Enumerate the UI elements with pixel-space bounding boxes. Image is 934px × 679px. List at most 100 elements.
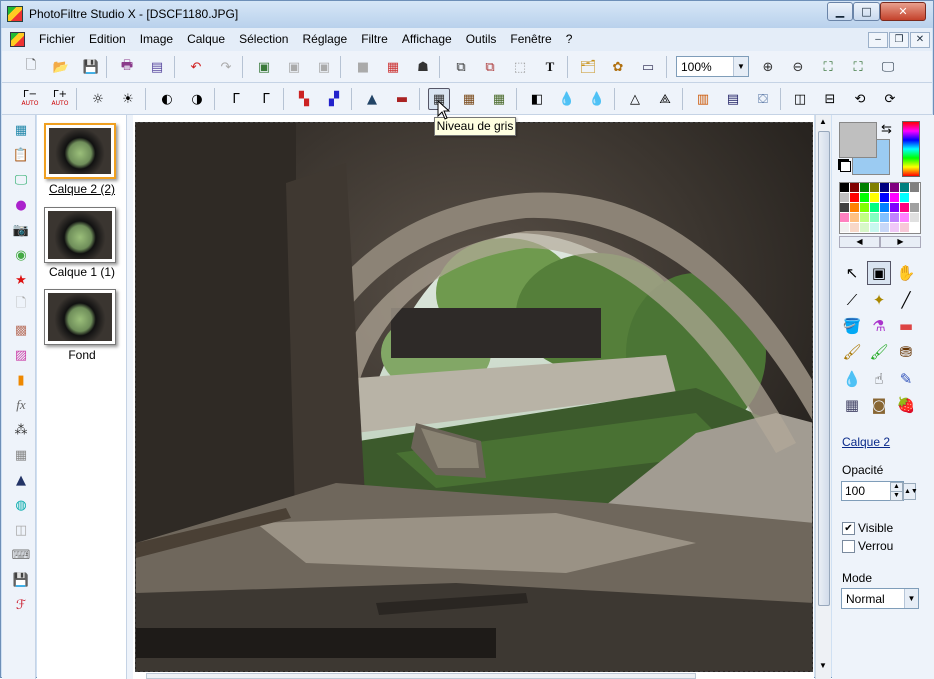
spray-tool-icon[interactable]: ⚗ bbox=[867, 314, 891, 338]
palette-swatch[interactable] bbox=[910, 223, 920, 233]
palette-swatch[interactable] bbox=[910, 183, 920, 193]
paste-new-icon[interactable]: ▣ bbox=[313, 56, 335, 78]
minimize-button[interactable]: ▁ bbox=[827, 2, 853, 21]
palette-swatch[interactable] bbox=[910, 193, 920, 203]
sharpen-more-icon[interactable]: ⟁ bbox=[654, 88, 676, 110]
crop-selection-icon[interactable]: ⬚ bbox=[509, 56, 531, 78]
smudge-tool-icon[interactable]: ☝ bbox=[867, 367, 891, 391]
palette-swatch[interactable] bbox=[850, 193, 860, 203]
fit-image-icon[interactable]: ⛶ bbox=[847, 56, 869, 78]
keyboard-icon[interactable]: ⌨ bbox=[12, 546, 31, 564]
palette-swatch[interactable] bbox=[890, 193, 900, 203]
maximize-button[interactable]: □ bbox=[853, 2, 880, 21]
saturation-minus-icon[interactable]: ▚ bbox=[293, 88, 315, 110]
palette-swatch[interactable] bbox=[900, 203, 910, 213]
layer-name[interactable]: Calque 2 (2) bbox=[37, 182, 127, 196]
gamma-plus-icon[interactable]: Γ bbox=[255, 88, 277, 110]
scroll-down-icon[interactable]: ▼ bbox=[819, 661, 827, 670]
color-palette[interactable] bbox=[839, 182, 921, 234]
palette-swatch[interactable] bbox=[840, 193, 850, 203]
color-spectrum[interactable] bbox=[902, 121, 920, 177]
sphere-icon[interactable]: ● bbox=[12, 196, 30, 214]
mdi-restore-button[interactable]: ❐ bbox=[889, 32, 909, 48]
gradient-icon[interactable]: ▥ bbox=[692, 88, 714, 110]
zoom-out-icon[interactable]: ⊖ bbox=[787, 56, 809, 78]
plugins-icon[interactable]: ✿ bbox=[607, 56, 629, 78]
selection-tool-icon[interactable]: ▣ bbox=[867, 261, 891, 285]
foreground-color-swatch[interactable] bbox=[839, 122, 877, 158]
palette-swatch[interactable] bbox=[870, 203, 880, 213]
gradient-fill-icon[interactable]: ▨ bbox=[12, 346, 30, 364]
retouch-tool-icon[interactable]: ✎ bbox=[894, 367, 918, 391]
print-icon[interactable]: 🖶 bbox=[116, 56, 138, 78]
palette-swatch[interactable] bbox=[900, 213, 910, 223]
magic-wand-tool-icon[interactable]: ✦ bbox=[867, 288, 891, 312]
layers-tree-icon[interactable]: 🗂 bbox=[577, 56, 599, 78]
palette-swatch[interactable] bbox=[890, 223, 900, 233]
layer-name[interactable]: Fond bbox=[37, 348, 127, 362]
flip-vertical-icon[interactable]: ⊟ bbox=[819, 88, 841, 110]
palette-swatch[interactable] bbox=[890, 183, 900, 193]
reset-colors-icon[interactable] bbox=[840, 161, 851, 172]
menu-fenetre[interactable]: Fenêtre bbox=[503, 32, 558, 46]
scan-icon[interactable]: ▤ bbox=[146, 56, 168, 78]
negative-icon[interactable]: ◧ bbox=[526, 88, 548, 110]
palette-swatch[interactable] bbox=[840, 203, 850, 213]
menu-selection[interactable]: Sélection bbox=[232, 32, 295, 46]
color-circle-icon[interactable]: ◍ bbox=[12, 496, 30, 514]
palette-swatch[interactable] bbox=[850, 213, 860, 223]
save-2000-icon[interactable]: 💾 bbox=[12, 571, 30, 589]
histogram-icon[interactable]: ▲ bbox=[12, 471, 30, 489]
palette-swatch[interactable] bbox=[880, 183, 890, 193]
window-list-icon[interactable]: ▭ bbox=[637, 56, 659, 78]
horizontal-scrollbar[interactable] bbox=[146, 673, 696, 679]
scroll-up-icon[interactable]: ▲ bbox=[819, 117, 827, 126]
fade-icon[interactable]: ▤ bbox=[722, 88, 744, 110]
document-icon[interactable] bbox=[10, 32, 25, 47]
mdi-minimize-button[interactable]: – bbox=[868, 32, 888, 48]
scrollbar-thumb[interactable] bbox=[818, 131, 830, 606]
palette-swatch[interactable] bbox=[880, 203, 890, 213]
palette-swatch[interactable] bbox=[880, 213, 890, 223]
zoom-in-icon[interactable]: ⊕ bbox=[757, 56, 779, 78]
undo-icon[interactable]: ↶ bbox=[185, 56, 207, 78]
zoom-select[interactable]: 100% ▼ bbox=[676, 56, 749, 77]
photofiltre-logo-icon[interactable]: ℱ bbox=[12, 596, 30, 614]
palette-swatch[interactable] bbox=[860, 223, 870, 233]
copy-layer-icon[interactable]: ▣ bbox=[283, 56, 305, 78]
frame-icon[interactable]: ◫ bbox=[12, 521, 30, 539]
new-file-icon[interactable]: 🗋 bbox=[20, 56, 42, 78]
brush-tool-icon[interactable]: 🖌 bbox=[840, 340, 864, 364]
fullscreen-icon[interactable]: 🖵 bbox=[877, 56, 899, 78]
menu-reglage[interactable]: Réglage bbox=[295, 32, 354, 46]
person-mask-icon[interactable]: ☗ bbox=[412, 56, 434, 78]
layer-thumbnail[interactable] bbox=[44, 289, 116, 345]
palette-swatch[interactable] bbox=[870, 183, 880, 193]
eyedropper-tool-icon[interactable]: ⟋ bbox=[840, 288, 864, 312]
clipboard-icon[interactable]: 📋 bbox=[12, 146, 30, 164]
palette-swatch[interactable] bbox=[880, 223, 890, 233]
menu-outils[interactable]: Outils bbox=[459, 32, 504, 46]
menu-image[interactable]: Image bbox=[133, 32, 180, 46]
palette-swatch[interactable] bbox=[840, 183, 850, 193]
globe-icon[interactable]: ◉ bbox=[12, 246, 30, 264]
function-icon[interactable]: fx bbox=[12, 396, 30, 414]
chevron-down-icon[interactable]: ▼ bbox=[904, 589, 918, 608]
menu-edition[interactable]: Edition bbox=[82, 32, 133, 46]
color-grid-icon[interactable]: ▦ bbox=[382, 56, 404, 78]
text-tool-icon[interactable]: T bbox=[539, 56, 561, 78]
saturation-plus-icon[interactable]: ▞ bbox=[323, 88, 345, 110]
pointer-tool-icon[interactable]: ↖ bbox=[840, 261, 864, 285]
mdi-close-button[interactable]: ✕ bbox=[910, 32, 930, 48]
orange-gradient-icon[interactable]: ▮ bbox=[12, 371, 30, 389]
palette-swatch[interactable] bbox=[890, 213, 900, 223]
grid-icon[interactable]: ▦ bbox=[12, 446, 30, 464]
opacity-spin-icon[interactable]: ▲▼ bbox=[903, 483, 918, 500]
outline-icon[interactable]: ⛋ bbox=[752, 88, 774, 110]
swap-colors-icon[interactable]: ⇆ bbox=[881, 121, 892, 137]
palette-next-button[interactable]: ▶ bbox=[880, 236, 921, 248]
rotate-right-icon[interactable]: ⟳ bbox=[879, 88, 901, 110]
redo-icon[interactable]: ↷ bbox=[215, 56, 237, 78]
contrast-minus-icon[interactable]: ◐ bbox=[156, 88, 178, 110]
menu-help[interactable]: ? bbox=[559, 32, 580, 46]
